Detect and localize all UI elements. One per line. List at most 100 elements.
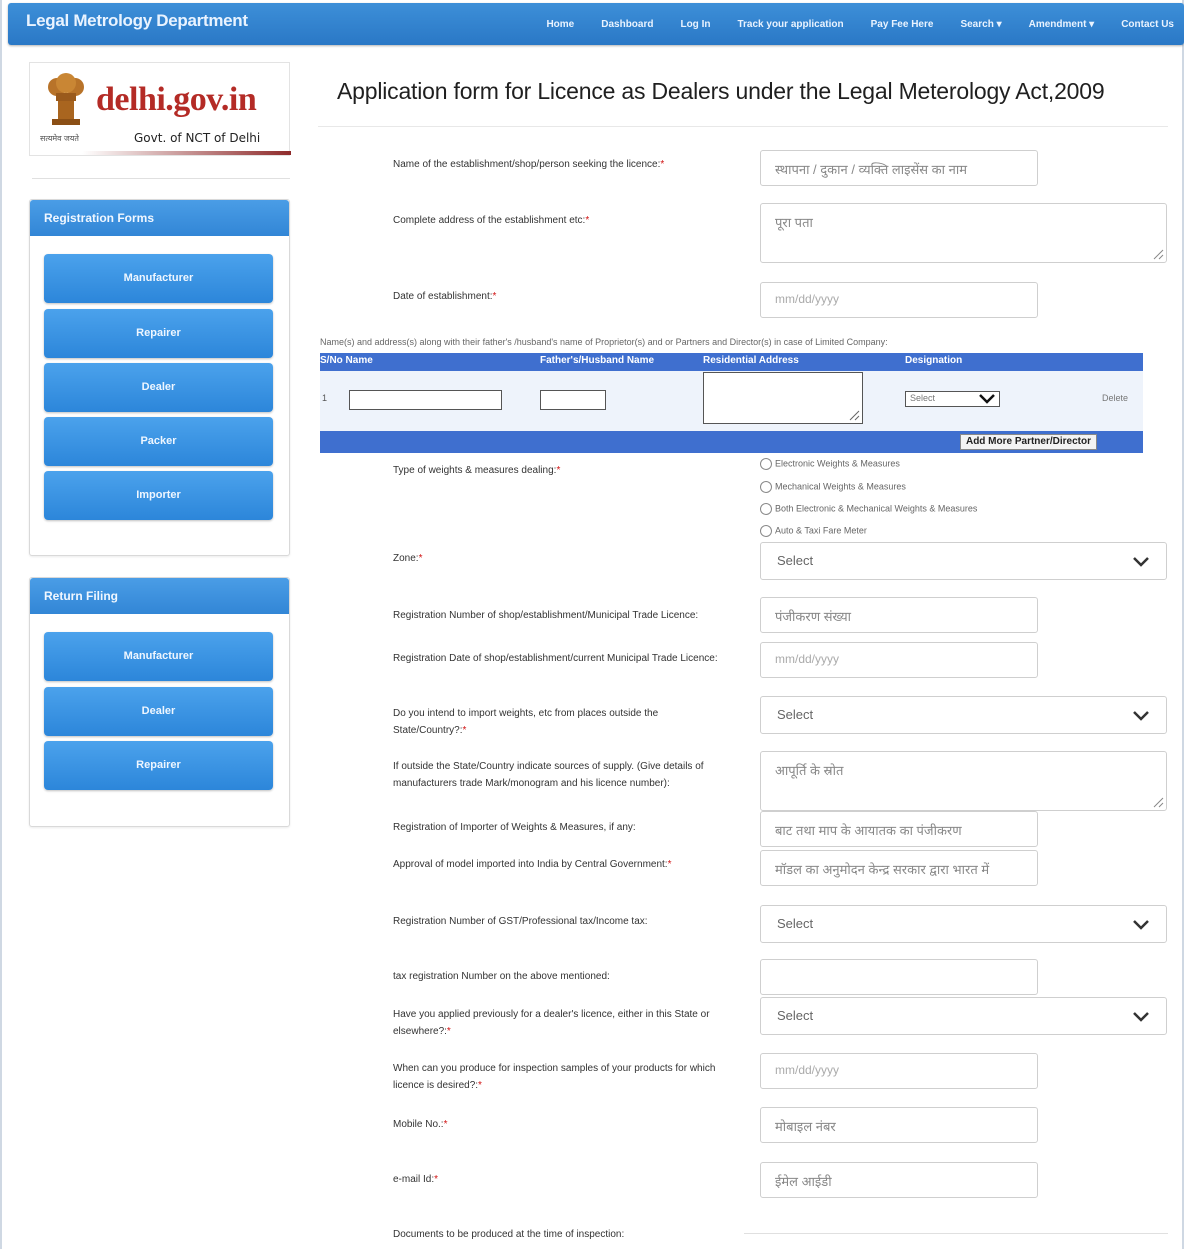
partner-name-input[interactable] <box>349 390 502 410</box>
nav-contact[interactable]: Contact Us <box>1121 19 1174 30</box>
registration-forms-heading: Registration Forms <box>30 200 289 236</box>
radio-mechanical[interactable]: Mechanical Weights & Measures <box>760 481 906 493</box>
email-input[interactable]: ईमेल आईडी <box>760 1162 1038 1198</box>
importer-reg-label: Registration of Importer of Weights & Me… <box>393 822 636 833</box>
add-more-partner-button[interactable]: Add More Partner/Director <box>959 434 1097 450</box>
nav-links: Home Dashboard Log In Track your applica… <box>519 3 1174 45</box>
col-residential-address: Residential Address <box>703 355 799 366</box>
applied-before-label: Have you applied previously for a dealer… <box>393 1009 710 1037</box>
zone-select[interactable]: Select <box>760 542 1167 580</box>
partners-table-header: S/No Name Father's/Husband Name Resident… <box>320 353 1143 371</box>
partners-table-caption: Name(s) and address(s) along with their … <box>320 337 888 347</box>
ret-manufacturer-button[interactable]: Manufacturer <box>44 632 273 681</box>
chevron-down-icon <box>979 394 995 404</box>
divider <box>318 126 1168 127</box>
import-intent-value: Select <box>777 707 814 722</box>
reg-number-input[interactable]: पंजीकरण संख्या <box>760 597 1038 633</box>
tax-number-label: tax registration Number on the above men… <box>393 971 610 982</box>
supply-sources-textarea[interactable]: आपूर्ति के स्रोत <box>760 751 1167 811</box>
brand-title[interactable]: Legal Metrology Department <box>26 11 248 31</box>
reg-date-input[interactable]: mm/dd/yyyy <box>760 642 1038 678</box>
nav-pay-fee[interactable]: Pay Fee Here <box>871 19 934 30</box>
partners-table-footer: Add More Partner/Director <box>320 431 1143 453</box>
col-designation: Designation <box>905 355 963 366</box>
radio-circle-icon <box>760 481 772 493</box>
email-label: e-mail Id:* <box>393 1174 439 1185</box>
delete-row-link[interactable]: Delete <box>1102 393 1128 403</box>
reg-importer-button[interactable]: Importer <box>44 471 273 520</box>
nav-login[interactable]: Log In <box>680 19 710 30</box>
partner-father-name-input[interactable] <box>540 390 606 410</box>
radio-electronic-label: Electronic Weights & Measures <box>775 458 900 469</box>
radio-auto-taxi-label: Auto & Taxi Fare Meter <box>775 525 867 536</box>
documents-label: Documents to be produced at the time of … <box>393 1229 625 1240</box>
establishment-name-input[interactable]: स्थापना / दुकान / व्यक्ति लाइसेंस का नाम <box>760 150 1038 186</box>
registration-forms-panel: Registration Forms Manufacturer Repairer… <box>29 199 290 556</box>
inspection-date-label: When can you produce for inspection samp… <box>393 1063 716 1091</box>
radio-electronic[interactable]: Electronic Weights & Measures <box>760 458 900 470</box>
resize-grip-icon[interactable] <box>1150 794 1164 808</box>
divider <box>32 178 290 179</box>
ret-repairer-button[interactable]: Repairer <box>44 741 273 790</box>
nav-home[interactable]: Home <box>546 19 574 30</box>
row-number: 1 <box>322 393 328 403</box>
logo-motto: सत्यमेव जयते <box>40 134 79 143</box>
nav-track-application[interactable]: Track your application <box>737 19 843 30</box>
supply-sources-placeholder: आपूर्ति के स्रोत <box>775 763 844 778</box>
tax-reg-value: Select <box>777 916 814 931</box>
chevron-down-icon <box>1133 711 1149 721</box>
logo-underline <box>30 151 291 155</box>
tax-reg-select[interactable]: Select <box>760 905 1167 943</box>
page: Legal Metrology Department Home Dashboar… <box>0 0 1184 1249</box>
mobile-label: Mobile No.:* <box>393 1119 448 1130</box>
radio-circle-icon <box>760 503 772 515</box>
ret-dealer-button[interactable]: Dealer <box>44 687 273 736</box>
chevron-down-icon <box>1133 1012 1149 1022</box>
address-label: Complete address of the establishment et… <box>393 215 590 226</box>
partner-address-textarea[interactable] <box>703 372 863 424</box>
return-filing-panel: Return Filing Manufacturer Dealer Repair… <box>29 577 290 827</box>
divider <box>744 1233 1168 1234</box>
model-approval-label: Approval of model imported into India by… <box>393 859 672 870</box>
mobile-input[interactable]: मोबाइल नंबर <box>760 1107 1038 1143</box>
resize-grip-icon[interactable] <box>846 407 860 421</box>
tax-reg-label: Registration Number of GST/Professional … <box>393 916 648 927</box>
return-filing-heading: Return Filing <box>30 578 289 614</box>
zone-label: Zone:* <box>393 553 423 564</box>
resize-grip-icon[interactable] <box>1150 246 1164 260</box>
reg-manufacturer-button[interactable]: Manufacturer <box>44 254 273 303</box>
delhi-gov-logo[interactable]: delhi.gov.in सत्यमेव जयते Govt. of NCT o… <box>29 62 291 156</box>
address-textarea[interactable]: पूरा पता <box>760 203 1167 263</box>
nav-dashboard[interactable]: Dashboard <box>601 19 653 30</box>
date-established-label: Date of establishment:* <box>393 291 497 302</box>
tax-number-input[interactable] <box>760 959 1038 995</box>
reg-repairer-button[interactable]: Repairer <box>44 309 273 358</box>
applied-before-value: Select <box>777 1008 814 1023</box>
col-father-name: Father's/Husband Name <box>540 355 655 366</box>
establishment-name-label: Name of the establishment/shop/person se… <box>393 159 665 170</box>
logo-site-name: delhi.gov.in <box>96 81 257 118</box>
reg-dealer-button[interactable]: Dealer <box>44 363 273 412</box>
address-placeholder: पूरा पता <box>775 215 813 230</box>
designation-value: Select <box>910 393 936 403</box>
model-approval-input[interactable]: मॉडल का अनुमोदन केन्द्र सरकार द्वारा भार… <box>760 850 1038 886</box>
page-title: Application form for Licence as Dealers … <box>337 78 1105 104</box>
designation-select[interactable]: Select <box>905 391 1000 407</box>
col-sno-name: S/No Name <box>320 355 373 366</box>
nav-amendment-dropdown[interactable]: Amendment ▾ <box>1029 19 1095 30</box>
radio-both-label: Both Electronic & Mechanical Weights & M… <box>775 503 978 514</box>
ashoka-emblem-icon <box>48 73 84 125</box>
top-navbar: Legal Metrology Department Home Dashboar… <box>8 3 1184 45</box>
logo-tagline: Govt. of NCT of Delhi <box>134 131 261 145</box>
nav-search-dropdown[interactable]: Search ▾ <box>960 19 1001 30</box>
inspection-date-input[interactable]: mm/dd/yyyy <box>760 1053 1038 1089</box>
radio-both[interactable]: Both Electronic & Mechanical Weights & M… <box>760 503 977 515</box>
radio-auto-taxi[interactable]: Auto & Taxi Fare Meter <box>760 525 867 537</box>
import-intent-label: Do you intend to import weights, etc fro… <box>393 708 659 736</box>
applied-before-select[interactable]: Select <box>760 997 1167 1035</box>
supply-sources-label: If outside the State/Country indicate so… <box>393 761 704 789</box>
import-intent-select[interactable]: Select <box>760 696 1167 734</box>
date-established-input[interactable]: mm/dd/yyyy <box>760 282 1038 318</box>
reg-packer-button[interactable]: Packer <box>44 417 273 466</box>
importer-reg-input[interactable]: बाट तथा माप के आयातक का पंजीकरण <box>760 811 1038 847</box>
